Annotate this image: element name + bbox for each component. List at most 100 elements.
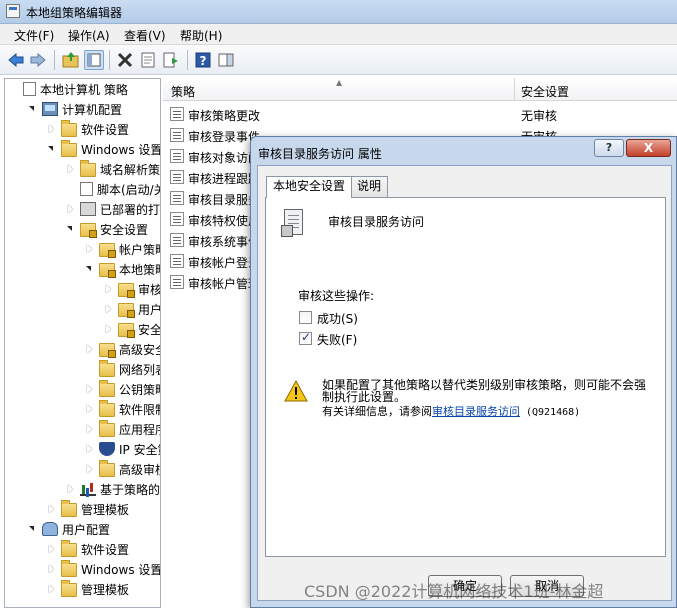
delete-icon[interactable]: [115, 50, 135, 70]
show-hide-tree-icon[interactable]: [84, 50, 104, 70]
tab-explain[interactable]: 说明: [350, 176, 389, 197]
tab-local-security-setting[interactable]: 本地安全设置: [266, 176, 353, 198]
tree-item[interactable]: 公钥策略: [85, 379, 160, 399]
tree-item[interactable]: 应用程序控: [85, 419, 160, 439]
up-folder-icon[interactable]: [61, 50, 81, 70]
tree-item-label: 用户配置: [62, 522, 111, 537]
menu-action[interactable]: 操作(A): [68, 27, 110, 44]
expand-arrow-icon[interactable]: [66, 484, 76, 494]
tree-item[interactable]: 管理模板: [47, 579, 129, 599]
tree-item[interactable]: Windows 设置: [47, 559, 160, 579]
policy-item-icon: [170, 170, 184, 184]
success-checkbox-label[interactable]: 成功(S): [317, 310, 358, 327]
expand-arrow-icon[interactable]: [85, 384, 95, 394]
policy-item-icon: [170, 212, 184, 226]
list-header: ▲ 策略 安全设置: [163, 78, 677, 101]
tree-item[interactable]: Windows 设置: [47, 139, 161, 159]
expand-arrow-icon[interactable]: [47, 124, 57, 134]
column-header-policy[interactable]: 策略: [171, 83, 195, 100]
tree-item[interactable]: 帐户策略: [85, 239, 160, 259]
tree-item[interactable]: 域名解析策略: [66, 159, 161, 179]
tree-item-label: 网络列表管: [119, 362, 160, 377]
warning-more-info-prefix: 有关详细信息，请参阅: [322, 405, 432, 418]
doc-icon: [23, 82, 36, 96]
expand-arrow-icon[interactable]: [66, 164, 76, 174]
tree-item[interactable]: 网络列表管: [85, 359, 160, 379]
show-pane-icon[interactable]: [216, 50, 236, 70]
tree-item[interactable]: 软件设置: [47, 119, 129, 139]
expand-arrow-icon[interactable]: [47, 584, 57, 594]
menu-help[interactable]: 帮助(H): [180, 27, 222, 44]
tree-item[interactable]: 软件设置: [47, 539, 129, 559]
lockfolder-icon: [99, 263, 116, 278]
menu-file[interactable]: 文件(F): [14, 27, 54, 44]
expand-arrow-icon[interactable]: [85, 424, 95, 434]
policy-row[interactable]: 审核策略更改 无审核: [163, 104, 677, 125]
tree-item[interactable]: 计算机配置: [28, 99, 122, 119]
success-checkbox[interactable]: [299, 311, 312, 324]
expand-arrow-icon[interactable]: [47, 504, 57, 514]
tree-item[interactable]: 本地策略: [85, 259, 160, 279]
tree-item-label: 已部署的打印: [100, 202, 161, 217]
menu-view[interactable]: 查看(V): [124, 27, 166, 44]
tree-item[interactable]: 管理模板: [47, 499, 129, 519]
tree-item[interactable]: 安全设置: [66, 219, 148, 239]
dialog-close-button[interactable]: X: [626, 139, 671, 157]
tree-item[interactable]: 本地计算机 策略: [9, 79, 128, 99]
failure-checkbox-label[interactable]: 失败(F): [317, 331, 357, 348]
kb-link[interactable]: 审核目录服务访问: [432, 405, 520, 418]
tree-item[interactable]: IP 安全策: [85, 439, 160, 459]
collapse-arrow-icon[interactable]: [47, 144, 57, 154]
tree-item[interactable]: 高级安全: [85, 339, 160, 359]
expand-arrow-icon[interactable]: [85, 344, 95, 354]
toolbar: ?: [0, 45, 677, 75]
expand-arrow-icon[interactable]: [104, 324, 114, 334]
back-arrow-icon[interactable]: [6, 50, 26, 70]
help-icon[interactable]: ?: [193, 50, 213, 70]
policy-item-icon: [170, 275, 184, 289]
expand-arrow-icon[interactable]: [47, 564, 57, 574]
doc-icon: [80, 182, 93, 196]
collapse-arrow-icon[interactable]: [66, 224, 76, 234]
expand-arrow-icon[interactable]: [85, 464, 95, 474]
forward-arrow-icon[interactable]: [28, 50, 48, 70]
title-bar: 本地组策略编辑器: [0, 0, 677, 24]
expand-arrow-icon[interactable]: [66, 204, 76, 214]
expand-arrow-icon[interactable]: [104, 304, 114, 314]
collapse-arrow-icon[interactable]: [85, 264, 95, 274]
column-header-setting[interactable]: 安全设置: [521, 83, 569, 100]
expand-arrow-icon[interactable]: [104, 284, 114, 294]
tree-item[interactable]: 高级审核策: [85, 459, 160, 479]
tree-item[interactable]: 审核策: [104, 279, 160, 299]
collapse-arrow-icon[interactable]: [28, 524, 38, 534]
folder-icon: [99, 460, 115, 477]
tree-item-label: 高级安全: [119, 342, 160, 357]
policy-item-icon: [170, 128, 184, 142]
dialog-help-button[interactable]: ?: [594, 139, 624, 157]
tree-item[interactable]: 用户配置: [28, 519, 110, 539]
expand-arrow-icon[interactable]: [85, 244, 95, 254]
tree-item[interactable]: 脚本(启动/关: [66, 179, 160, 199]
folder-icon: [99, 380, 115, 397]
tree-item[interactable]: 软件限制策: [85, 399, 160, 419]
policy-row-setting: 无审核: [521, 109, 558, 123]
tree-item[interactable]: 基于策略的 Q: [66, 479, 160, 499]
column-divider[interactable]: [514, 78, 515, 101]
users-icon: [42, 522, 58, 536]
failure-checkbox[interactable]: ✓: [299, 330, 312, 345]
collapse-arrow-icon[interactable]: [28, 104, 38, 114]
tree-item-label: 管理模板: [81, 502, 130, 517]
expand-arrow-icon[interactable]: [85, 444, 95, 454]
tree-item[interactable]: 安全选: [104, 319, 160, 339]
tree-pane[interactable]: 本地计算机 策略计算机配置软件设置Windows 设置域名解析策略脚本(启动/关…: [4, 78, 161, 608]
export-list-icon[interactable]: [161, 50, 181, 70]
expand-arrow-icon[interactable]: [47, 544, 57, 554]
tree-item[interactable]: 用户权: [104, 299, 160, 319]
tree-item-label: Windows 设置: [81, 142, 161, 157]
warning-icon: [284, 380, 308, 402]
tree-item-label: 域名解析策略: [100, 162, 161, 177]
properties-icon[interactable]: [138, 50, 158, 70]
chart-icon: [80, 482, 96, 496]
tree-item[interactable]: 已部署的打印: [66, 199, 161, 219]
expand-arrow-icon[interactable]: [85, 404, 95, 414]
